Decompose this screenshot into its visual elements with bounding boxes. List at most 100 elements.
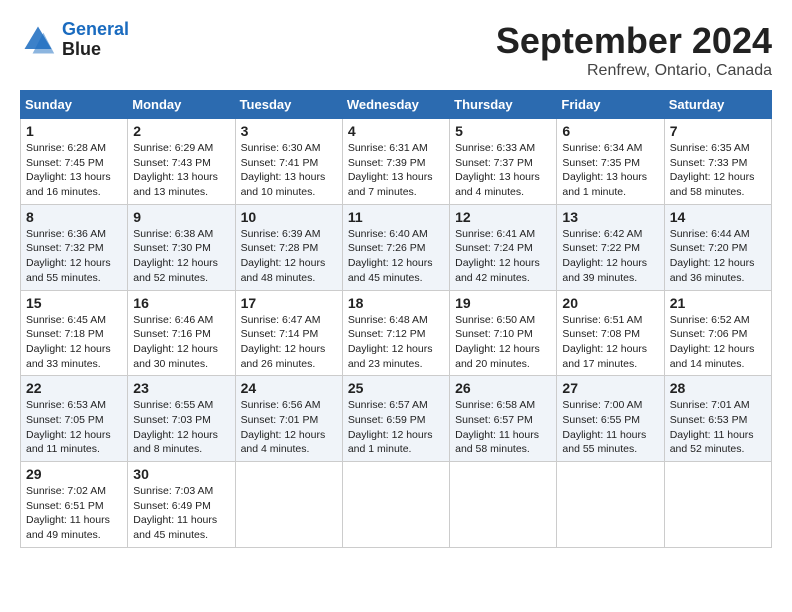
calendar-day-cell: 26Sunrise: 6:58 AM Sunset: 6:57 PM Dayli… (450, 376, 557, 462)
calendar-day-cell: 18 Sunrise: 6:48 AM Sunset: 7:12 PM Dayli… (342, 290, 449, 376)
day-number: 17 (241, 295, 337, 311)
day-number: 28 (670, 380, 766, 396)
calendar-week-row: 29 Sunrise: 7:02 AM Sunset: 6:51 PM Dayli… (21, 462, 772, 548)
day-info: Sunrise: 6:41 AM Sunset: 7:24 PM Dayligh… (455, 227, 551, 286)
day-number: 9 (133, 209, 229, 225)
day-info: Sunrise: 6:28 AM Sunset: 7:45 PM Dayligh… (26, 141, 122, 200)
calendar-day-cell: 12Sunrise: 6:41 AM Sunset: 7:24 PM Dayli… (450, 204, 557, 290)
day-info: Sunrise: 6:35 AM Sunset: 7:33 PM Dayligh… (670, 141, 766, 200)
day-info: Sunrise: 6:40 AM Sunset: 7:26 PM Dayligh… (348, 227, 444, 286)
day-info: Sunrise: 6:55 AM Sunset: 7:03 PM Dayligh… (133, 398, 229, 457)
calendar-day-cell: 29 Sunrise: 7:02 AM Sunset: 6:51 PM Dayli… (21, 462, 128, 548)
logo-text: General Blue (62, 20, 129, 60)
day-number: 29 (26, 466, 122, 482)
calendar-day-cell: 6 Sunrise: 6:34 AM Sunset: 7:35 PM Daylig… (557, 119, 664, 205)
calendar-day-cell: 10Sunrise: 6:39 AM Sunset: 7:28 PM Dayli… (235, 204, 342, 290)
calendar-day-cell: 24Sunrise: 6:56 AM Sunset: 7:01 PM Dayli… (235, 376, 342, 462)
calendar-day-cell: 28Sunrise: 7:01 AM Sunset: 6:53 PM Dayli… (664, 376, 771, 462)
day-number: 16 (133, 295, 229, 311)
calendar-day-cell: 3 Sunrise: 6:30 AM Sunset: 7:41 PM Daylig… (235, 119, 342, 205)
weekday-header: Monday (128, 91, 235, 119)
day-info: Sunrise: 6:46 AM Sunset: 7:16 PM Dayligh… (133, 313, 229, 372)
day-info: Sunrise: 6:29 AM Sunset: 7:43 PM Dayligh… (133, 141, 229, 200)
day-number: 23 (133, 380, 229, 396)
weekday-header: Thursday (450, 91, 557, 119)
calendar-week-row: 8 Sunrise: 6:36 AM Sunset: 7:32 PM Daylig… (21, 204, 772, 290)
day-number: 11 (348, 209, 444, 225)
day-info: Sunrise: 6:31 AM Sunset: 7:39 PM Dayligh… (348, 141, 444, 200)
day-number: 3 (241, 123, 337, 139)
calendar-day-cell: 17 Sunrise: 6:47 AM Sunset: 7:14 PM Dayli… (235, 290, 342, 376)
day-number: 20 (562, 295, 658, 311)
day-number: 14 (670, 209, 766, 225)
location: Renfrew, Ontario, Canada (496, 62, 772, 80)
day-number: 4 (348, 123, 444, 139)
day-info: Sunrise: 6:42 AM Sunset: 7:22 PM Dayligh… (562, 227, 658, 286)
calendar-day-cell: 19 Sunrise: 6:50 AM Sunset: 7:10 PM Dayli… (450, 290, 557, 376)
calendar-day-cell: 25 Sunrise: 6:57 AM Sunset: 6:59 PM Dayli… (342, 376, 449, 462)
day-number: 27 (562, 380, 658, 396)
day-info: Sunrise: 6:45 AM Sunset: 7:18 PM Dayligh… (26, 313, 122, 372)
calendar-day-cell: 7 Sunrise: 6:35 AM Sunset: 7:33 PM Daylig… (664, 119, 771, 205)
day-info: Sunrise: 7:02 AM Sunset: 6:51 PM Dayligh… (26, 484, 122, 543)
calendar-day-cell: 21Sunrise: 6:52 AM Sunset: 7:06 PM Dayli… (664, 290, 771, 376)
weekday-header: Sunday (21, 91, 128, 119)
day-info: Sunrise: 6:30 AM Sunset: 7:41 PM Dayligh… (241, 141, 337, 200)
month-title: September 2024 (496, 20, 772, 62)
page-header: General Blue September 2024 Renfrew, Ont… (20, 20, 772, 80)
day-info: Sunrise: 7:00 AM Sunset: 6:55 PM Dayligh… (562, 398, 658, 457)
day-number: 8 (26, 209, 122, 225)
day-number: 25 (348, 380, 444, 396)
day-info: Sunrise: 6:47 AM Sunset: 7:14 PM Dayligh… (241, 313, 337, 372)
day-info: Sunrise: 6:33 AM Sunset: 7:37 PM Dayligh… (455, 141, 551, 200)
day-number: 30 (133, 466, 229, 482)
logo: General Blue (20, 20, 129, 60)
calendar-day-cell: 27 Sunrise: 7:00 AM Sunset: 6:55 PM Dayli… (557, 376, 664, 462)
calendar-day-cell: 5Sunrise: 6:33 AM Sunset: 7:37 PM Daylig… (450, 119, 557, 205)
calendar-day-cell: 2Sunrise: 6:29 AM Sunset: 7:43 PM Daylig… (128, 119, 235, 205)
day-info: Sunrise: 6:34 AM Sunset: 7:35 PM Dayligh… (562, 141, 658, 200)
day-info: Sunrise: 6:36 AM Sunset: 7:32 PM Dayligh… (26, 227, 122, 286)
day-number: 22 (26, 380, 122, 396)
logo-icon (20, 22, 56, 58)
calendar-week-row: 22 Sunrise: 6:53 AM Sunset: 7:05 PM Dayli… (21, 376, 772, 462)
day-info: Sunrise: 6:53 AM Sunset: 7:05 PM Dayligh… (26, 398, 122, 457)
weekday-header: Saturday (664, 91, 771, 119)
title-block: September 2024 Renfrew, Ontario, Canada (496, 20, 772, 80)
calendar-day-cell (342, 462, 449, 548)
calendar-week-row: 15Sunrise: 6:45 AM Sunset: 7:18 PM Dayli… (21, 290, 772, 376)
day-number: 6 (562, 123, 658, 139)
day-number: 13 (562, 209, 658, 225)
calendar-day-cell: 9Sunrise: 6:38 AM Sunset: 7:30 PM Daylig… (128, 204, 235, 290)
day-info: Sunrise: 6:50 AM Sunset: 7:10 PM Dayligh… (455, 313, 551, 372)
day-info: Sunrise: 6:57 AM Sunset: 6:59 PM Dayligh… (348, 398, 444, 457)
weekday-header: Tuesday (235, 91, 342, 119)
calendar-day-cell: 1Sunrise: 6:28 AM Sunset: 7:45 PM Daylig… (21, 119, 128, 205)
calendar-day-cell: 8 Sunrise: 6:36 AM Sunset: 7:32 PM Daylig… (21, 204, 128, 290)
calendar-day-cell (664, 462, 771, 548)
day-info: Sunrise: 6:48 AM Sunset: 7:12 PM Dayligh… (348, 313, 444, 372)
calendar-day-cell: 16 Sunrise: 6:46 AM Sunset: 7:16 PM Dayli… (128, 290, 235, 376)
day-info: Sunrise: 6:51 AM Sunset: 7:08 PM Dayligh… (562, 313, 658, 372)
calendar-header-row: SundayMondayTuesdayWednesdayThursdayFrid… (21, 91, 772, 119)
calendar-day-cell: 15Sunrise: 6:45 AM Sunset: 7:18 PM Dayli… (21, 290, 128, 376)
calendar-day-cell: 4 Sunrise: 6:31 AM Sunset: 7:39 PM Daylig… (342, 119, 449, 205)
calendar-day-cell (235, 462, 342, 548)
calendar-day-cell: 13 Sunrise: 6:42 AM Sunset: 7:22 PM Dayli… (557, 204, 664, 290)
weekday-header: Wednesday (342, 91, 449, 119)
day-info: Sunrise: 6:39 AM Sunset: 7:28 PM Dayligh… (241, 227, 337, 286)
day-info: Sunrise: 6:44 AM Sunset: 7:20 PM Dayligh… (670, 227, 766, 286)
calendar-table: SundayMondayTuesdayWednesdayThursdayFrid… (20, 90, 772, 548)
calendar-day-cell: 23 Sunrise: 6:55 AM Sunset: 7:03 PM Dayli… (128, 376, 235, 462)
day-number: 19 (455, 295, 551, 311)
day-number: 18 (348, 295, 444, 311)
calendar-day-cell: 22 Sunrise: 6:53 AM Sunset: 7:05 PM Dayli… (21, 376, 128, 462)
day-number: 7 (670, 123, 766, 139)
calendar-day-cell: 11 Sunrise: 6:40 AM Sunset: 7:26 PM Dayli… (342, 204, 449, 290)
day-number: 26 (455, 380, 551, 396)
calendar-day-cell (450, 462, 557, 548)
calendar-week-row: 1Sunrise: 6:28 AM Sunset: 7:45 PM Daylig… (21, 119, 772, 205)
day-number: 24 (241, 380, 337, 396)
day-number: 21 (670, 295, 766, 311)
calendar-day-cell: 30Sunrise: 7:03 AM Sunset: 6:49 PM Dayli… (128, 462, 235, 548)
